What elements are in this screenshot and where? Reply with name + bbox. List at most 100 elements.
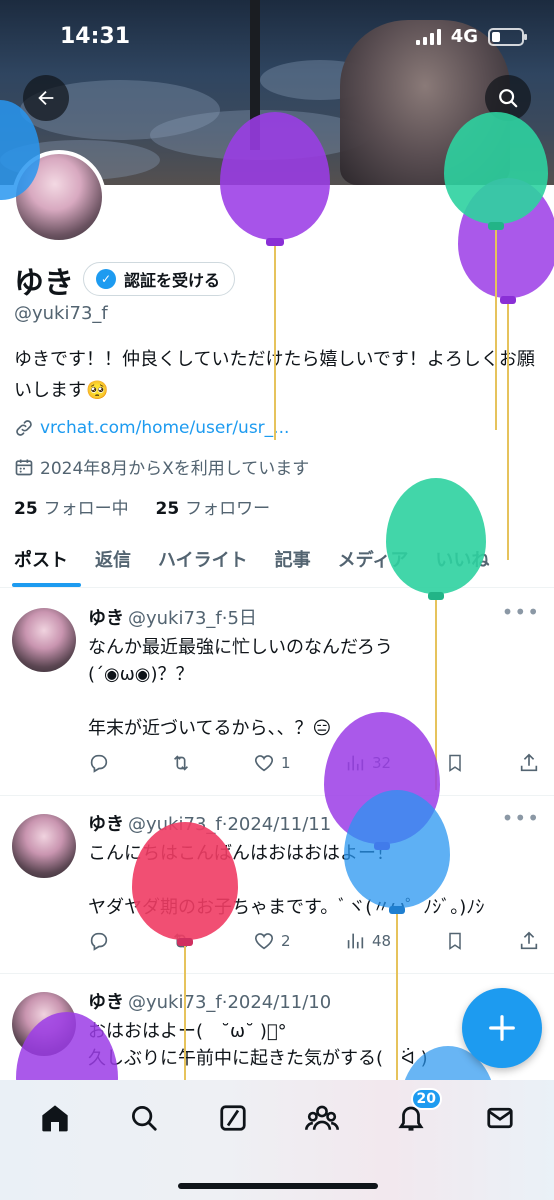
followers-count: 25 [155,499,180,519]
post-item[interactable]: ゆき @yuki73_f·5日 ••• なんか最近最強に忙しいのなんだろう (´◉… [0,590,554,796]
tab-articles[interactable]: 記事 [261,532,324,587]
like-button[interactable]: 1 [253,752,291,774]
share-button[interactable] [518,930,540,952]
post-author-name[interactable]: ゆき [88,608,124,629]
repost-button[interactable] [169,930,199,952]
post-actions: 1 32 [88,752,540,774]
views-chart-icon [347,755,364,771]
post-author-name[interactable]: ゆき [88,814,124,835]
grok-icon [219,1105,246,1131]
communities-icon [304,1105,339,1130]
get-verified-label: 認証を受ける [124,271,221,290]
link-icon [16,420,32,436]
tab-likes[interactable]: いいね [421,532,502,587]
view-count: 48 [371,932,392,950]
post-actions: 2 48 [88,930,540,952]
nav-messages[interactable] [480,1098,520,1138]
follow-stats: 25 フォロー中 25 フォロワー [14,494,270,519]
notifications-badge: 20 [410,1088,442,1110]
post-meta: @yuki73_f·5日 [128,608,257,629]
reply-button[interactable] [88,752,116,774]
nav-home[interactable] [35,1098,75,1138]
status-time: 14:31 [60,24,131,49]
search-icon [131,1106,157,1131]
share-icon [520,753,538,772]
post-avatar[interactable] [12,814,76,878]
tab-highlights[interactable]: ハイライト [144,532,261,587]
verified-badge-icon: ✓ [96,269,116,289]
share-icon [520,931,538,950]
profile-link[interactable]: vrchat.com/home/user/usr_... [14,418,289,438]
back-arrow-icon [38,90,54,106]
post-header: ゆき @yuki73_f·2024/11/11 [88,810,331,836]
repost-icon [174,933,189,949]
more-dots-icon[interactable]: ••• [502,806,540,830]
heart-icon [254,755,273,772]
get-verified-button[interactable]: ✓ 認証を受ける [83,262,236,296]
views-button[interactable]: 32 [344,752,391,774]
more-dots-icon[interactable]: ••• [502,600,540,624]
post-text: なんか最近最強に忙しいのなんだろう (´◉ω◉)？？ 年末が近づいてるから、、？… [88,637,393,739]
search-button[interactable] [485,75,531,121]
tab-posts[interactable]: ポスト [0,532,81,587]
battery-icon [488,27,527,46]
view-count: 32 [371,754,392,772]
heart-icon [254,933,273,950]
bookmark-icon [448,932,461,950]
compose-button[interactable] [462,988,542,1068]
profile-handle: @yuki73_f [14,303,108,324]
post-item[interactable]: ゆき @yuki73_f·2024/11/11 ••• こんにちはこんばんはおはお… [0,796,554,974]
following-label: フォロー中 [43,499,129,519]
plus-icon [489,1015,515,1041]
calendar-icon [15,459,33,475]
reply-button[interactable] [88,930,116,952]
post-avatar[interactable] [12,992,76,1056]
nav-communities[interactable] [302,1098,342,1138]
repost-button[interactable] [169,752,199,774]
nav-grok[interactable] [213,1098,253,1138]
post-header: ゆき @yuki73_f·2024/11/10 [88,988,331,1014]
status-bar: 14:31 4G [0,0,554,75]
bookmark-button[interactable] [445,930,465,952]
following-count: 25 [14,499,38,519]
reply-icon [90,932,108,951]
following-link[interactable]: 25 フォロー中 [14,499,129,519]
post-meta: @yuki73_f·2024/11/11 [128,814,332,835]
bottom-nav: 20 [0,1080,554,1200]
profile-bio: ゆきです！！仲良くしていただけたら嬉しいです！よろしくお願いします🥺 [14,349,535,401]
signal-icon [415,28,441,45]
bookmark-button[interactable] [445,752,465,774]
post-meta: @yuki73_f·2024/11/10 [128,992,332,1013]
post-author-name[interactable]: ゆき [88,992,124,1013]
nav-notifications[interactable]: 20 [391,1088,442,1138]
post-header: ゆき @yuki73_f·5日 [88,604,257,630]
share-button[interactable] [518,752,540,774]
views-button[interactable]: 48 [344,930,391,952]
tab-media[interactable]: メディア [324,532,422,587]
bookmark-icon [448,754,461,772]
mail-icon [486,1107,513,1129]
like-button[interactable]: 2 [253,930,291,952]
profile-joined-text: 2024年8月からXを利用しています [40,459,310,479]
profile-joined: 2024年8月からXを利用しています [14,454,309,479]
repost-icon [174,755,189,771]
home-indicator [178,1183,378,1189]
back-button[interactable] [23,75,69,121]
post-text: こんにちはこんばんはおはおはよー！ ヤダヤダ期のお子ちゃまです。ﾞヾ(〃ω゜ﾉｼ… [88,843,485,918]
like-count: 1 [280,754,291,772]
profile-name: ゆき [14,266,74,301]
tab-replies[interactable]: 返信 [81,532,144,587]
post-avatar[interactable] [12,608,76,672]
nav-search[interactable] [124,1098,164,1138]
reply-icon [90,754,108,773]
like-count: 2 [280,932,291,950]
profile-tabs: ポスト 返信 ハイライト 記事 メディア いいね [0,532,554,588]
views-chart-icon [347,933,364,949]
search-icon [499,89,518,108]
followers-link[interactable]: 25 フォロワー [155,499,270,519]
network-type: 4G [450,26,478,47]
profile-link-text[interactable]: vrchat.com/home/user/usr_... [40,418,289,438]
followers-label: フォロワー [185,499,271,519]
home-icon [41,1105,68,1132]
profile-avatar[interactable] [12,150,106,244]
